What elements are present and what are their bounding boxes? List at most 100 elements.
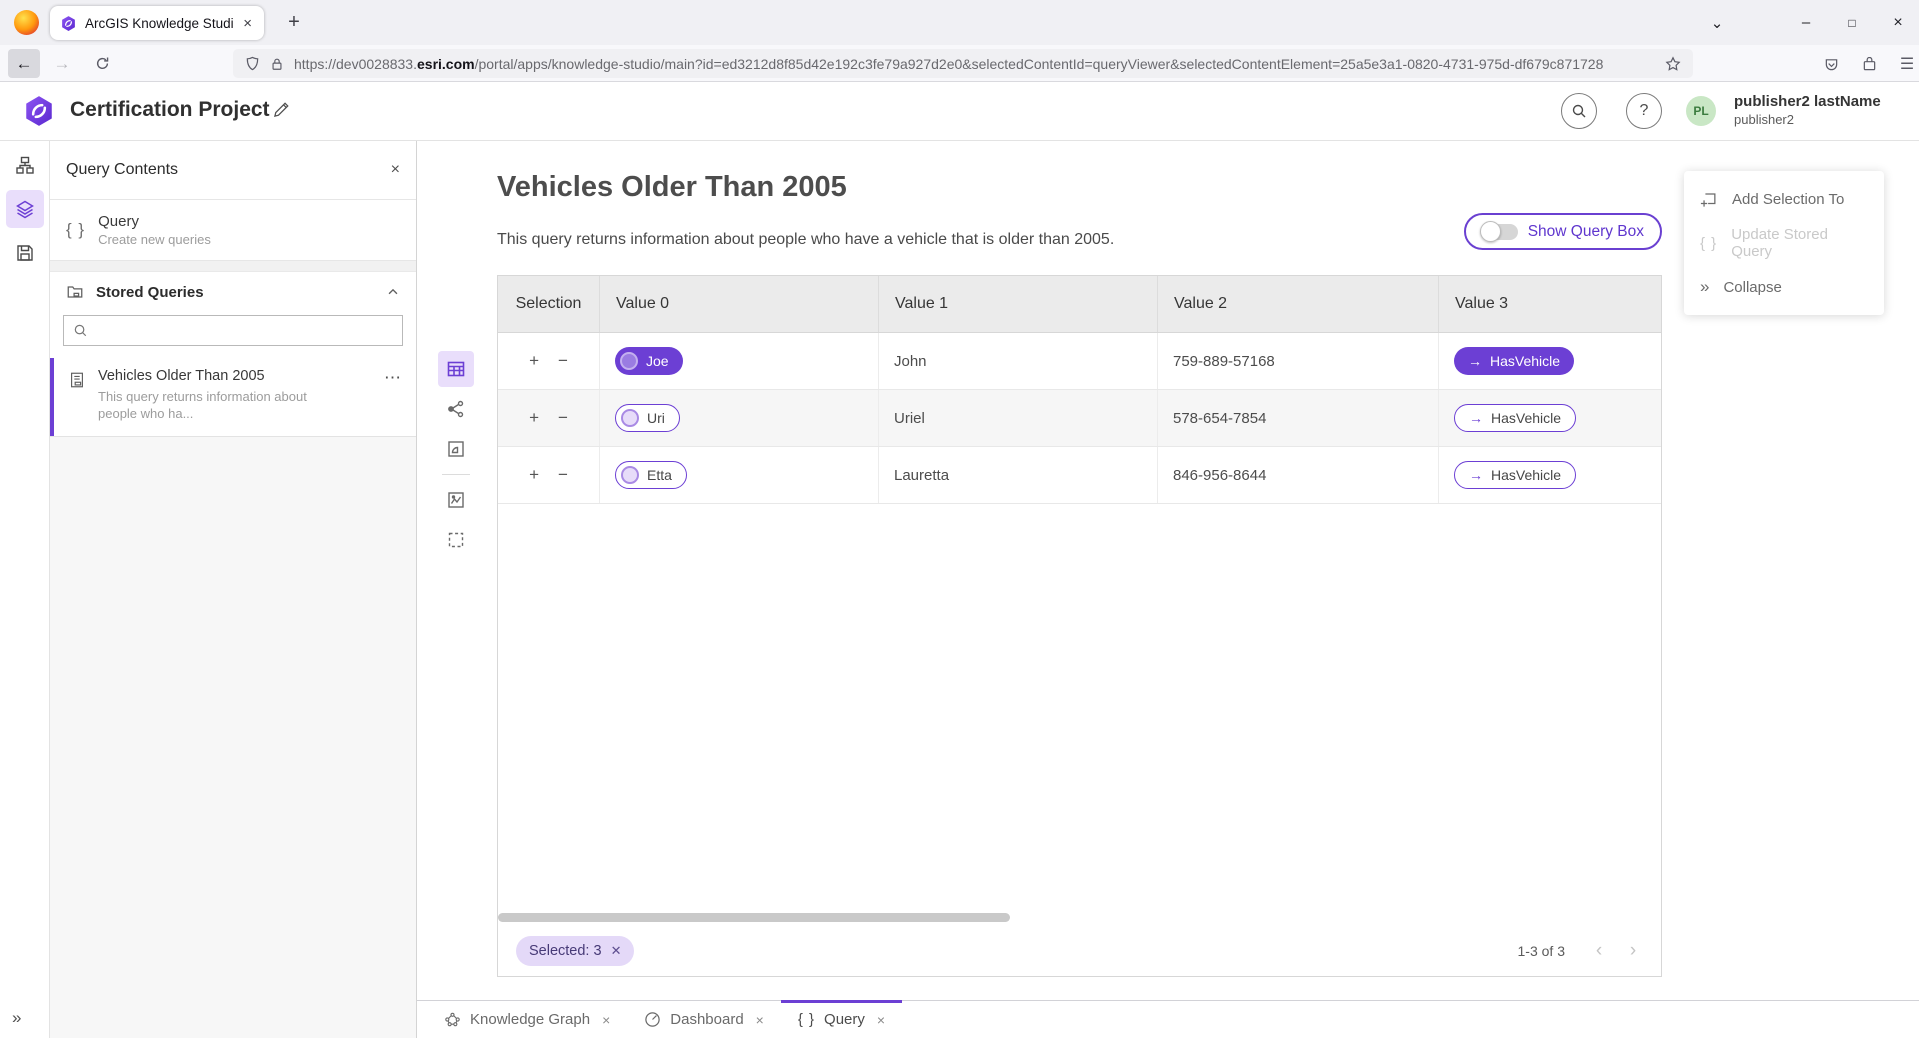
contents-layers-icon[interactable] <box>6 190 44 228</box>
link-chart-icon[interactable] <box>438 391 474 427</box>
add-to-selection-button[interactable]: + <box>529 465 539 485</box>
remove-from-selection-button[interactable]: − <box>558 465 568 485</box>
chart-view-icon[interactable] <box>438 431 474 467</box>
search-button[interactable] <box>1561 93 1597 129</box>
tab-query[interactable]: { } Query × <box>781 1001 902 1038</box>
forward-button[interactable]: → <box>46 49 78 78</box>
pagination-range: 1-3 of 3 <box>1518 943 1565 959</box>
clear-selection-icon[interactable]: ✕ <box>611 943 622 959</box>
user-avatar[interactable]: PL <box>1686 96 1716 126</box>
toolbar-divider <box>442 474 470 475</box>
extensions-icon[interactable] <box>1854 51 1884 77</box>
entity-pill[interactable]: Etta <box>615 461 687 489</box>
table-row[interactable]: + − Uri Uriel 578-654-7854 →HasVehicle <box>498 390 1661 447</box>
relationship-arrow-icon: → <box>1469 467 1483 483</box>
map-view-icon[interactable] <box>438 482 474 518</box>
tab-dashboard[interactable]: Dashboard × <box>627 1001 781 1038</box>
url-prefix: https://dev0028833. <box>294 56 417 72</box>
menu-item-label: Collapse <box>1723 279 1781 296</box>
window-close-button[interactable]: × <box>1878 0 1918 45</box>
add-to-selection-button[interactable]: + <box>529 408 539 428</box>
url-text[interactable]: https://dev0028833.esri.com/portal/apps/… <box>294 56 1655 72</box>
edit-title-icon[interactable] <box>272 101 290 119</box>
menu-icon[interactable]: ☰ <box>1892 51 1919 77</box>
expand-rail-icon[interactable]: » <box>12 1008 21 1028</box>
collapse-section-icon[interactable] <box>386 285 400 299</box>
menu-item-add-selection-to[interactable]: Add Selection To <box>1684 177 1884 221</box>
url-bar[interactable]: https://dev0028833.esri.com/portal/apps/… <box>233 49 1693 78</box>
table-footer: Selected: 3 ✕ 1-3 of 3 ‹ › <box>498 925 1661 976</box>
url-path: /portal/apps/knowledge-studio/main?id=ed… <box>475 56 1604 72</box>
relationship-pill[interactable]: → HasVehicle <box>1454 347 1574 375</box>
menu-item-collapse[interactable]: » Collapse <box>1684 265 1884 309</box>
horizontal-scrollbar[interactable] <box>498 911 1661 925</box>
panel-close-icon[interactable]: × <box>391 161 400 179</box>
column-header-selection: Selection <box>498 276 600 332</box>
table-header-row: Selection Value 0 Value 1 Value 2 Value … <box>498 276 1661 333</box>
previous-page-icon[interactable]: ‹ <box>1589 940 1609 962</box>
panel-top: Query Contents × { } Query Create new qu… <box>50 141 416 437</box>
relationship-label: HasVehicle <box>1490 353 1560 369</box>
tracking-shield-icon[interactable] <box>245 56 260 71</box>
next-page-icon[interactable]: › <box>1623 940 1643 962</box>
query-item-title: Query <box>98 213 211 230</box>
selected-count-chip[interactable]: Selected: 3 ✕ <box>516 936 634 966</box>
maximize-button[interactable]: □ <box>1832 0 1872 45</box>
stored-query-options-icon[interactable]: ⋯ <box>384 368 402 388</box>
relationship-arrow-icon: → <box>1468 353 1482 369</box>
table-row[interactable]: + − Joe John 759-889-57168 →HasVehicle <box>498 333 1661 390</box>
relationship-pill[interactable]: →HasVehicle <box>1454 404 1576 432</box>
bookmark-star-icon[interactable] <box>1665 56 1681 72</box>
show-query-box-toggle[interactable]: Show Query Box <box>1464 213 1662 250</box>
tab-knowledge-graph[interactable]: Knowledge Graph × <box>427 1001 627 1038</box>
stored-queries-search-input[interactable] <box>63 315 403 346</box>
tab-close-icon[interactable]: × <box>241 15 254 32</box>
stored-queries-title: Stored Queries <box>96 284 374 301</box>
tab-close-icon[interactable]: × <box>756 1012 764 1028</box>
minimize-button[interactable]: – <box>1786 0 1826 45</box>
browser-navbar: ← → https://dev0028833.esri.com/portal/a… <box>0 45 1919 82</box>
relationship-pill[interactable]: → HasVehicle <box>1454 461 1576 489</box>
cell-value2: 759-889-57168 <box>1158 333 1439 389</box>
selection-tool-icon[interactable] <box>438 522 474 558</box>
section-divider <box>50 261 416 272</box>
table-view-icon[interactable] <box>438 351 474 387</box>
back-button[interactable]: ← <box>8 49 40 78</box>
panel-header: Query Contents × <box>50 141 416 200</box>
data-model-icon[interactable] <box>6 146 44 184</box>
remove-from-selection-button[interactable]: − <box>558 408 568 428</box>
relationship-arrow-icon: → <box>1469 410 1483 426</box>
save-icon[interactable] <box>6 234 44 272</box>
relationship-label: HasVehicle <box>1491 467 1561 483</box>
query-item-subtitle: Create new queries <box>98 232 211 247</box>
new-tab-button[interactable]: + <box>280 9 308 37</box>
scrollbar-thumb[interactable] <box>498 913 1010 922</box>
stored-query-item[interactable]: Vehicles Older Than 2005 This query retu… <box>50 358 416 436</box>
lock-icon[interactable] <box>270 57 284 71</box>
tab-title: ArcGIS Knowledge Studio <box>85 16 233 31</box>
tab-close-icon[interactable]: × <box>877 1012 885 1028</box>
stored-query-doc-icon <box>68 371 86 422</box>
menu-item-update-stored-query[interactable]: { } Update Stored Query <box>1684 221 1884 265</box>
entity-pill[interactable]: Uri <box>615 404 680 432</box>
entity-pill[interactable]: Joe <box>615 347 683 375</box>
query-list-item[interactable]: { } Query Create new queries <box>50 200 416 261</box>
reload-button[interactable] <box>86 49 118 78</box>
firefox-icon[interactable] <box>14 10 39 35</box>
pocket-icon[interactable] <box>1816 51 1846 77</box>
tab-close-icon[interactable]: × <box>602 1012 610 1028</box>
stored-queries-header[interactable]: Stored Queries <box>50 272 416 312</box>
query-contents-panel: Query Contents × { } Query Create new qu… <box>50 141 417 1038</box>
user-subtitle: publisher2 <box>1734 112 1881 128</box>
user-info[interactable]: publisher2 lastName publisher2 <box>1734 93 1881 128</box>
menu-item-label: Update Stored Query <box>1731 226 1868 260</box>
add-to-selection-button[interactable]: + <box>529 351 539 371</box>
toggle-switch[interactable] <box>1482 224 1518 240</box>
table-row[interactable]: + − Etta Lauretta 846-956-8644 →HasVehic… <box>498 447 1661 504</box>
browser-tab[interactable]: ArcGIS Knowledge Studio × <box>50 6 264 40</box>
tab-label: Knowledge Graph <box>470 1011 590 1028</box>
help-button[interactable]: ? <box>1626 93 1662 129</box>
remove-from-selection-button[interactable]: − <box>558 351 568 371</box>
list-tabs-icon[interactable]: ⌄ <box>1700 0 1734 45</box>
results-table: Selection Value 0 Value 1 Value 2 Value … <box>497 275 1662 977</box>
